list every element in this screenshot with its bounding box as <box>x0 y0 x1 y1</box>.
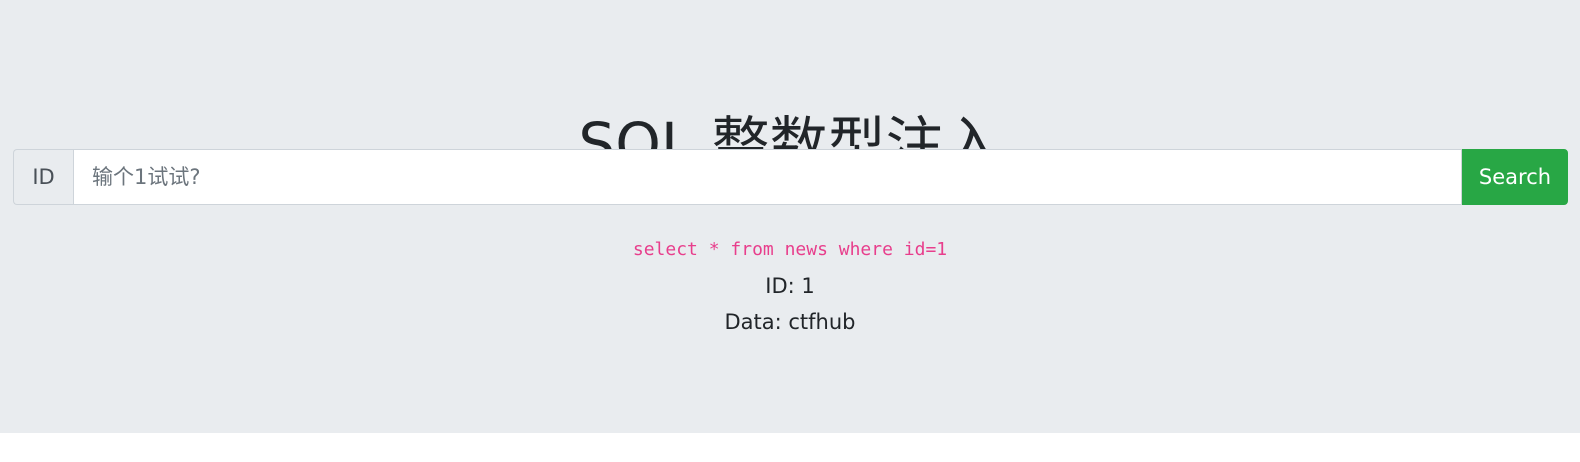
id-search-input[interactable] <box>73 149 1462 205</box>
search-form: ID Search <box>13 149 1568 205</box>
result-data: Data: ctfhub <box>724 310 856 334</box>
search-button[interactable]: Search <box>1462 149 1568 205</box>
result-id: ID: 1 <box>765 274 815 298</box>
id-label-addon: ID <box>13 149 73 205</box>
page-container: SQL 整数型注入 ID Search select * from news w… <box>0 0 1580 433</box>
sql-query-text: select * from news where id=1 <box>632 239 948 260</box>
